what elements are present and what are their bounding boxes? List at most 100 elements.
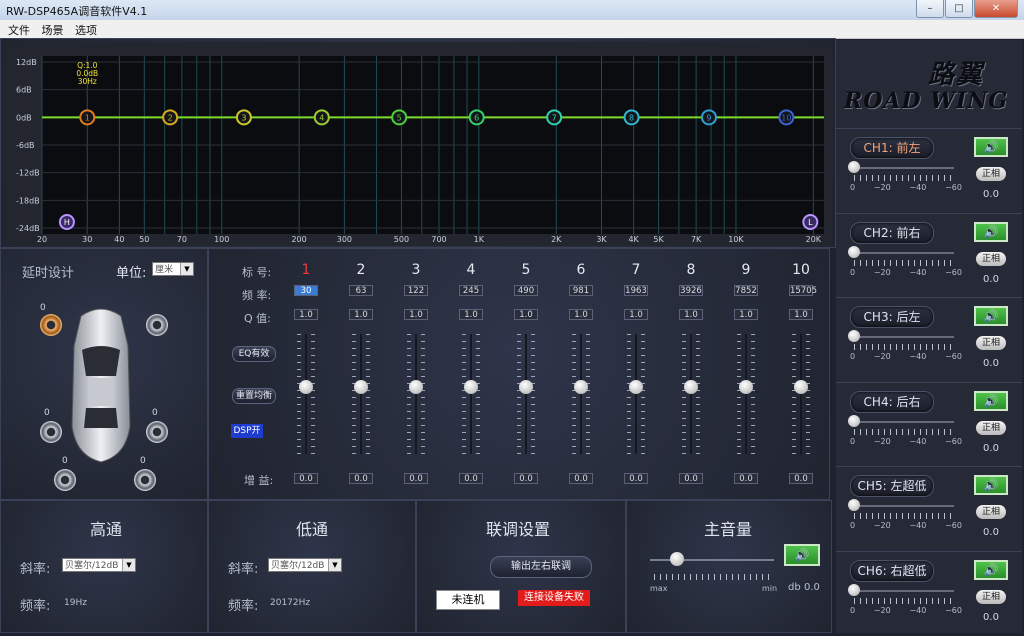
channel-volume-thumb[interactable]	[848, 330, 860, 342]
speaker-mute-icon[interactable]: 🔊	[974, 221, 1008, 242]
slider-thumb[interactable]	[684, 380, 698, 394]
band-gain-slider[interactable]	[462, 334, 480, 454]
band-gain-input[interactable]: 0.0	[294, 473, 318, 484]
channel-volume-thumb[interactable]	[848, 414, 860, 427]
unit-select[interactable]: 厘米 ▼	[152, 262, 194, 276]
slider-thumb[interactable]	[574, 380, 588, 394]
menu-scene[interactable]: 场景	[42, 22, 64, 38]
speaker-mute-icon[interactable]: 🔊	[974, 306, 1008, 326]
band-gain-slider[interactable]	[792, 334, 810, 454]
band-gain-input[interactable]: 0.0	[404, 473, 428, 484]
band-gain-slider[interactable]	[407, 334, 425, 454]
slider-thumb[interactable]	[409, 380, 423, 394]
speaker-rear-left-icon[interactable]	[40, 421, 62, 443]
connect-status-button[interactable]: 未连机	[436, 590, 500, 610]
channel-volume-thumb[interactable]	[848, 499, 860, 511]
phase-button[interactable]: 正相	[976, 420, 1006, 435]
channel-volume-track[interactable]	[850, 589, 954, 592]
band-gain-input[interactable]: 0.0	[569, 473, 593, 484]
channel-name-button[interactable]: CH2: 前右	[850, 221, 934, 244]
phase-button[interactable]: 正相	[976, 589, 1006, 604]
band-q-input[interactable]: 1.0	[514, 309, 538, 320]
band-gain-input[interactable]: 0.0	[514, 473, 538, 484]
link-lr-button[interactable]: 输出左右联调	[490, 556, 592, 578]
band-freq-input[interactable]: 1963	[624, 285, 648, 296]
band-gain-slider[interactable]	[682, 334, 700, 454]
band-gain-input[interactable]: 0.0	[459, 473, 483, 484]
slider-thumb[interactable]	[299, 380, 313, 394]
channel-name-button[interactable]: CH5: 左超低	[850, 475, 934, 497]
band-gain-slider[interactable]	[297, 334, 315, 454]
band-gain-slider[interactable]	[572, 334, 590, 454]
band-freq-input[interactable]: 490	[514, 285, 538, 296]
channel-volume-thumb[interactable]	[848, 161, 860, 173]
band-freq-input[interactable]: 7852	[734, 285, 758, 296]
dsp-toggle-button[interactable]: DSP开	[231, 424, 263, 438]
band-q-input[interactable]: 1.0	[404, 309, 428, 320]
channel-volume-thumb[interactable]	[848, 245, 860, 258]
band-q-input[interactable]: 1.0	[679, 309, 703, 320]
band-gain-slider[interactable]	[737, 334, 755, 454]
speaker-rear-right-icon[interactable]	[146, 421, 168, 443]
channel-volume-track[interactable]	[850, 167, 954, 169]
band-freq-input[interactable]: 63	[349, 285, 373, 296]
eq-enable-button[interactable]: EQ有效	[232, 346, 276, 362]
band-freq-input[interactable]: 245	[459, 285, 483, 296]
channel-name-button[interactable]: CH1: 前左	[850, 137, 934, 159]
band-q-input[interactable]: 1.0	[569, 309, 593, 320]
subwoofer-right-icon[interactable]	[134, 469, 156, 491]
band-gain-input[interactable]: 0.0	[349, 473, 373, 484]
phase-button[interactable]: 正相	[976, 336, 1006, 350]
band-q-input[interactable]: 1.0	[349, 309, 373, 320]
band-q-input[interactable]: 1.0	[459, 309, 483, 320]
eq-graph[interactable]: 12dB 6dB 0dB -6dB -12dB -18dB -24dB 20 30 40 50 70 1…	[6, 42, 832, 246]
band-q-input[interactable]: 1.0	[624, 309, 648, 320]
speaker-mute-icon[interactable]: 🔊	[974, 475, 1008, 495]
maximize-button[interactable]: □	[945, 0, 973, 18]
close-button[interactable]: ✕	[974, 0, 1018, 18]
channel-volume-track[interactable]	[850, 420, 954, 423]
band-gain-slider[interactable]	[517, 334, 535, 454]
band-q-input[interactable]: 1.0	[789, 309, 813, 320]
band-freq-input[interactable]: 122	[404, 285, 428, 296]
master-slider-thumb[interactable]	[669, 552, 684, 566]
speaker-mute-icon[interactable]: 🔊	[974, 137, 1008, 157]
speaker-mute-icon[interactable]: 🔊	[974, 390, 1008, 411]
channel-name-button[interactable]: CH3: 后左	[850, 306, 934, 328]
channel-name-button[interactable]: CH4: 后右	[850, 390, 934, 413]
lp-slope-select[interactable]: 贝塞尔/12dB ▼	[268, 558, 342, 572]
band-gain-input[interactable]: 0.0	[679, 473, 703, 484]
slider-thumb[interactable]	[519, 380, 533, 394]
reset-eq-button[interactable]: 重置均衡	[232, 388, 276, 404]
band-gain-input[interactable]: 0.0	[789, 473, 813, 484]
channel-volume-track[interactable]	[850, 251, 954, 254]
phase-button[interactable]: 正相	[976, 505, 1006, 519]
slider-thumb[interactable]	[629, 380, 643, 394]
phase-button[interactable]: 正相	[976, 167, 1006, 181]
channel-name-button[interactable]: CH6: 右超低	[850, 559, 934, 582]
menu-file[interactable]: 文件	[8, 22, 30, 38]
slider-thumb[interactable]	[794, 380, 808, 394]
eq-graph-canvas[interactable]: 12dB 6dB 0dB -6dB -12dB -18dB -24dB 20 30 40 50 70 1…	[6, 42, 832, 246]
master-mute-icon[interactable]: 🔊	[784, 544, 820, 566]
speaker-front-left-icon[interactable]	[40, 314, 62, 336]
channel-volume-thumb[interactable]	[848, 583, 860, 596]
speaker-front-right-icon[interactable]	[146, 314, 168, 336]
band-gain-slider[interactable]	[627, 334, 645, 454]
band-gain-input[interactable]: 0.0	[734, 473, 758, 484]
band-gain-slider[interactable]	[352, 334, 370, 454]
band-gain-input[interactable]: 0.0	[624, 473, 648, 484]
band-q-input[interactable]: 1.0	[294, 309, 318, 320]
band-freq-input[interactable]: 3926	[679, 285, 703, 296]
band-freq-input[interactable]: 981	[569, 285, 593, 296]
slider-thumb[interactable]	[739, 380, 753, 394]
speaker-mute-icon[interactable]: 🔊	[974, 559, 1008, 580]
band-q-input[interactable]: 1.0	[734, 309, 758, 320]
channel-volume-track[interactable]	[850, 336, 954, 338]
band-freq-input[interactable]: 30	[294, 285, 318, 296]
master-slider-track[interactable]	[650, 559, 774, 561]
channel-volume-track[interactable]	[850, 505, 954, 507]
minimize-button[interactable]: –	[916, 0, 944, 18]
hp-slope-select[interactable]: 贝塞尔/12dB ▼	[62, 558, 136, 572]
slider-thumb[interactable]	[464, 380, 478, 394]
